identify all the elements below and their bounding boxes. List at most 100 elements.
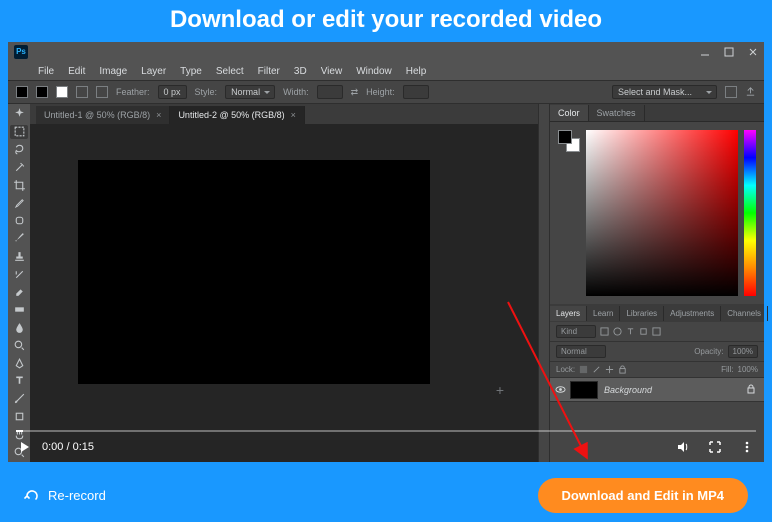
filter-image-icon (600, 327, 609, 336)
lock-paint-icon (592, 365, 601, 374)
ps-options-bar: Feather: 0 px Style: Normal Width: ⇄ Hei… (8, 80, 764, 104)
menu-window: Window (356, 66, 392, 77)
tab-adjustments: Adjustments (664, 306, 721, 321)
tab-untitled-1: Untitled-1 @ 50% (RGB/8)× (36, 106, 170, 124)
opt-sq2 (56, 86, 68, 98)
lock-pos-icon (605, 365, 614, 374)
wand-tool-icon (10, 160, 28, 174)
blend-mode: Normal (556, 345, 606, 358)
filter-shape-icon (639, 327, 648, 336)
gradient-tool-icon (10, 303, 28, 317)
video-time: 0:00 / 0:15 (42, 441, 94, 453)
filter-adjust-icon (613, 327, 622, 336)
dodge-tool-icon (10, 338, 28, 352)
lock-trans-icon (579, 365, 588, 374)
close-icon: × (156, 110, 161, 120)
layer-background: Background (550, 378, 764, 402)
video-controls: 0:00 / 0:15 (8, 432, 764, 462)
close-icon: × (291, 110, 296, 120)
fill-value: 100% (738, 365, 758, 374)
window-close-icon (748, 47, 758, 57)
eyedropper-tool-icon (10, 196, 28, 210)
filter-type-icon (626, 327, 635, 336)
color-picker (586, 130, 738, 296)
crop-tool-icon (10, 178, 28, 192)
healing-tool-icon (10, 214, 28, 228)
lasso-tool-icon (10, 143, 28, 157)
ps-titlebar: Ps (8, 42, 764, 62)
menu-view: View (321, 66, 343, 77)
filter-smart-icon (652, 327, 661, 336)
page-title: Download or edit your recorded video (0, 0, 772, 42)
fill-label: Fill: (721, 365, 733, 374)
pen-tool-icon (10, 356, 28, 370)
opt-sq4 (96, 86, 108, 98)
recording-preview: Ps File Edit Image Layer Type Select Fil… (8, 42, 764, 462)
tab-paths: Paths (768, 306, 772, 321)
right-panels: Color Swatches Layers Learn Libraries Ad… (550, 104, 764, 462)
opacity-label: Opacity: (694, 347, 723, 356)
menu-file: File (38, 66, 54, 77)
document-tabs: Untitled-1 @ 50% (RGB/8)× Untitled-2 @ 5… (30, 104, 538, 124)
play-icon[interactable] (18, 440, 32, 454)
hue-bar (744, 130, 756, 296)
ps-logo-icon: Ps (14, 45, 28, 59)
lock-label: Lock: (556, 365, 575, 374)
lock-all-icon (618, 365, 627, 374)
opt-end1 (725, 86, 737, 98)
tab-libraries: Libraries (620, 306, 664, 321)
share-icon (745, 86, 756, 99)
layer-name: Background (604, 385, 652, 395)
menu-edit: Edit (68, 66, 85, 77)
height-label: Height: (366, 87, 395, 97)
rerecord-button[interactable]: Re-record (24, 488, 106, 504)
feather-label: Feather: (116, 87, 150, 97)
marquee-tool-icon (16, 86, 28, 98)
select-and-mask-button: Select and Mask... (612, 85, 717, 99)
menu-layer: Layer (141, 66, 166, 77)
eraser-tool-icon (10, 285, 28, 299)
canvas-area: + (30, 124, 538, 462)
type-tool-icon (10, 374, 28, 388)
more-icon[interactable] (740, 440, 754, 454)
width-value (317, 85, 343, 99)
window-maximize-icon (724, 47, 734, 57)
marquee-tool-icon2 (10, 125, 28, 139)
fgbg-swatch (558, 130, 580, 152)
tab-channels: Channels (721, 306, 768, 321)
tab-color: Color (550, 105, 589, 121)
visibility-icon (550, 384, 570, 395)
fullscreen-icon[interactable] (708, 440, 722, 454)
tab-swatches: Swatches (589, 105, 645, 121)
feather-value: 0 px (158, 85, 187, 99)
blur-tool-icon (10, 321, 28, 335)
refresh-icon (24, 488, 40, 504)
ps-menubar: File Edit Image Layer Type Select Filter… (8, 62, 764, 80)
path-tool-icon (10, 392, 28, 406)
tab-untitled-2: Untitled-2 @ 50% (RGB/8)× (170, 106, 304, 124)
style-label: Style: (195, 87, 218, 97)
tab-learn: Learn (587, 306, 620, 321)
width-label: Width: (283, 87, 309, 97)
history-brush-tool-icon (10, 267, 28, 281)
window-minimize-icon (700, 47, 710, 57)
opacity-value: 100% (728, 345, 758, 358)
center-cursor-icon: + (496, 382, 504, 398)
volume-icon[interactable] (676, 440, 690, 454)
ps-tools-column (8, 104, 30, 462)
menu-type: Type (180, 66, 202, 77)
rerecord-label: Re-record (48, 488, 106, 503)
download-edit-button[interactable]: Download and Edit in MP4 (538, 478, 749, 513)
opt-sq3 (76, 86, 88, 98)
opt-sq1 (36, 86, 48, 98)
style-dropdown: Normal (225, 85, 275, 99)
swap-icon: ⇄ (351, 87, 359, 98)
menu-3d: 3D (294, 66, 307, 77)
collapsed-panel-strip (538, 104, 550, 462)
lock-icon (746, 384, 756, 396)
height-value (403, 85, 429, 99)
menu-help: Help (406, 66, 427, 77)
shape-tool-icon (10, 410, 28, 424)
brush-tool-icon (10, 232, 28, 246)
stamp-tool-icon (10, 249, 28, 263)
